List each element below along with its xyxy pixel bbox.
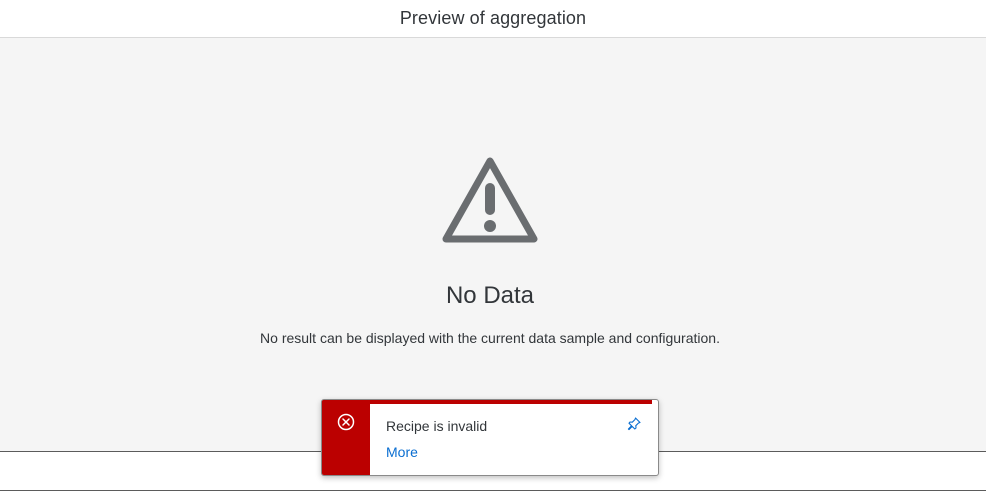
error-circle-icon [337,413,355,431]
empty-state-title: No Data [445,282,535,309]
toast-more-link[interactable]: More [386,444,418,460]
empty-state-panel: No Data No result can be displayed with … [0,38,986,451]
error-toast: Recipe is invalid More [321,399,659,476]
warning-triangle-icon [442,157,538,243]
dialog-header: Preview of aggregation [0,0,986,38]
toast-message: Recipe is invalid [386,418,488,434]
page-title: Preview of aggregation [399,8,587,28]
toast-status-stripe [322,400,370,475]
page: Preview of aggregation No Data No result… [0,0,986,493]
pin-icon[interactable] [626,416,642,432]
toast-top-accent [322,400,652,404]
empty-state-description: No result can be displayed with the curr… [260,330,720,346]
